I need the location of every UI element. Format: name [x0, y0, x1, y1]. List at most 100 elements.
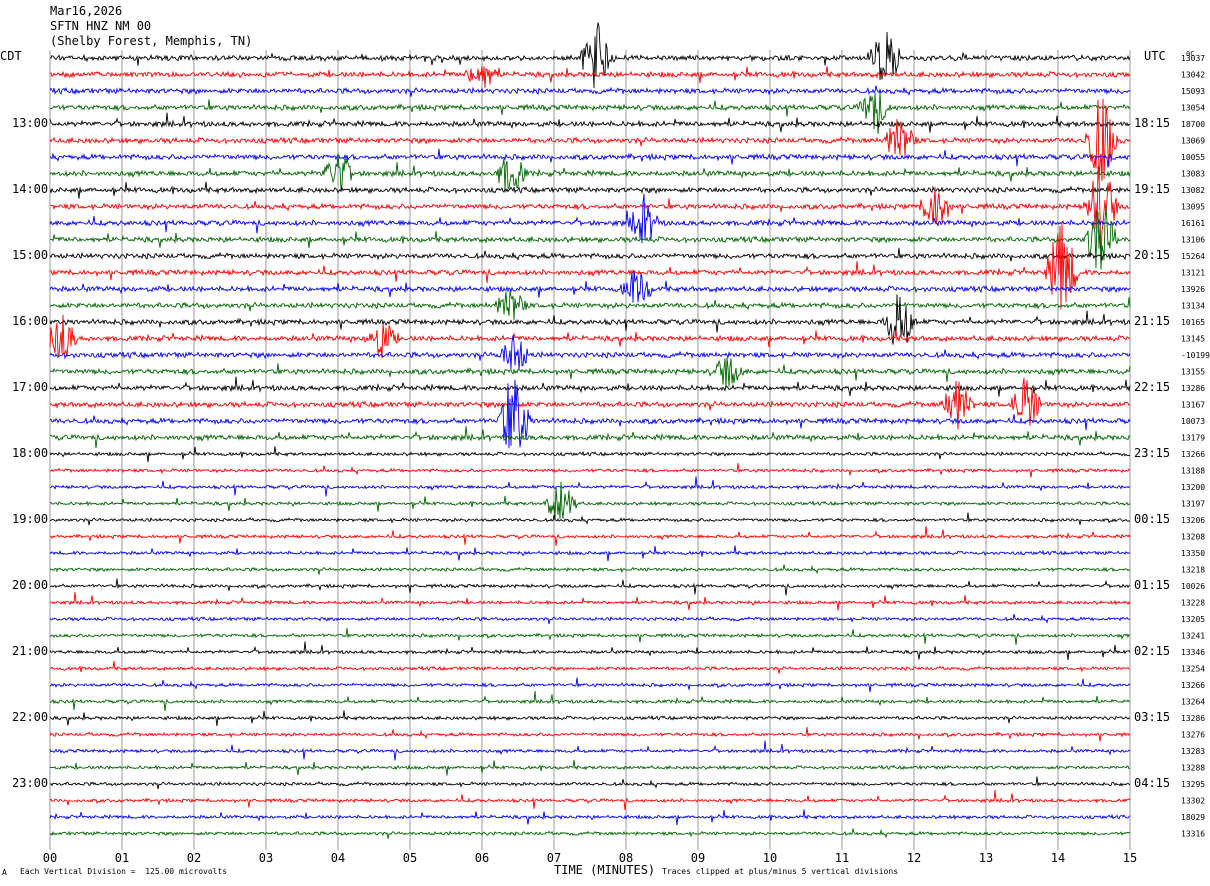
trace-row-46	[49, 809, 1131, 826]
x-tick-label: 14	[1051, 851, 1065, 865]
right-hour-label: 02:15	[1134, 644, 1171, 658]
left-timezone-label: CDT	[0, 49, 22, 63]
trace-value-38: 13266	[1181, 681, 1205, 690]
trace-group: 1303713042150931305418700130691005513083…	[49, 22, 1210, 839]
trace-row-43	[49, 759, 1131, 776]
corner-mark: A	[2, 868, 7, 877]
trace-value-30: 13350	[1181, 549, 1205, 558]
corner-tag: 0C	[1186, 50, 1195, 58]
trace-row-25	[49, 462, 1131, 478]
right-hour-label: 04:15	[1134, 776, 1171, 790]
x-axis-label: TIME (MINUTES)	[554, 863, 656, 877]
chart-date: Mar16,2026	[50, 4, 123, 18]
trace-row-15	[49, 290, 1131, 320]
trace-row-16	[49, 294, 1131, 345]
trace-value-5: 13069	[1181, 137, 1205, 146]
trace-value-20: 13286	[1181, 384, 1205, 393]
trace-value-43: 13288	[1181, 764, 1205, 773]
trace-row-2	[49, 85, 1131, 97]
trace-value-36: 13346	[1181, 648, 1205, 657]
trace-value-33: 13228	[1181, 599, 1205, 608]
trace-row-26	[49, 476, 1131, 497]
right-hour-label: 03:15	[1134, 710, 1171, 724]
trace-value-34: 13205	[1181, 615, 1205, 624]
trace-row-3	[49, 91, 1131, 134]
seismogram-chart: 1303713042150931305418700130691005513083…	[43, 22, 1210, 865]
left-hour-label: 13:00	[12, 116, 49, 130]
trace-row-8	[49, 181, 1131, 199]
trace-row-38	[49, 677, 1131, 693]
x-tick-label: 06	[475, 851, 489, 865]
trace-row-30	[49, 545, 1131, 562]
left-hour-label: 14:00	[12, 182, 49, 196]
trace-row-6	[49, 148, 1131, 168]
trace-row-40	[49, 710, 1131, 727]
left-hour-label: 21:00	[12, 644, 49, 658]
x-tick-label: 00	[43, 851, 57, 865]
trace-value-11: 13106	[1181, 236, 1205, 245]
trace-value-6: 10055	[1181, 153, 1205, 162]
trace-value-3: 13054	[1181, 104, 1205, 113]
trace-value-10: 16161	[1181, 219, 1205, 228]
clip-note: Traces clipped at plus/minus 5 vertical …	[662, 867, 899, 876]
right-hour-label: 00:15	[1134, 512, 1171, 526]
right-hour-label: 23:15	[1134, 446, 1171, 460]
right-hour-label: 21:15	[1134, 314, 1171, 328]
trace-row-45	[49, 790, 1131, 811]
trace-value-13: 13121	[1181, 269, 1205, 278]
left-hour-label: 23:00	[12, 776, 49, 790]
trace-value-39: 13264	[1181, 698, 1205, 707]
trace-value-46: 18029	[1181, 813, 1205, 822]
right-hour-label: 18:15	[1134, 116, 1171, 130]
trace-row-41	[49, 726, 1131, 742]
trace-row-29	[49, 526, 1131, 547]
trace-value-44: 13295	[1181, 780, 1205, 789]
trace-row-9	[49, 166, 1131, 258]
trace-value-14: 13926	[1181, 285, 1205, 294]
trace-row-18	[49, 335, 1131, 370]
x-tick-label: 04	[331, 851, 345, 865]
trace-row-36	[49, 641, 1131, 661]
trace-value-17: 13145	[1181, 335, 1205, 344]
trace-row-10	[49, 193, 1131, 244]
trace-value-45: 13302	[1181, 797, 1205, 806]
minute-gridlines	[49, 50, 1131, 850]
trace-value-9: 13095	[1181, 203, 1205, 212]
trace-value-41: 13276	[1181, 731, 1205, 740]
trace-value-4: 18700	[1181, 120, 1205, 129]
x-tick-label: 09	[691, 851, 705, 865]
left-hour-label: 15:00	[12, 248, 49, 262]
trace-value-15: 13134	[1181, 302, 1205, 311]
trace-row-31	[49, 564, 1131, 575]
x-tick-label: 10	[763, 851, 777, 865]
trace-value-29: 13208	[1181, 533, 1205, 542]
trace-row-33	[49, 592, 1131, 611]
trace-row-39	[49, 691, 1131, 712]
trace-row-19	[50, 357, 1131, 389]
x-tick-label: 15	[1123, 851, 1137, 865]
trace-value-7: 13083	[1181, 170, 1205, 179]
trace-value-21: 13167	[1181, 401, 1205, 410]
trace-row-42	[49, 740, 1131, 761]
trace-row-0	[50, 22, 1131, 89]
trace-row-35	[49, 627, 1131, 646]
trace-value-12: 15264	[1181, 252, 1205, 261]
trace-row-23	[49, 426, 1131, 449]
left-hour-label: 16:00	[12, 314, 49, 328]
trace-value-35: 13241	[1181, 632, 1205, 641]
x-tick-label: 13	[979, 851, 993, 865]
trace-row-28	[49, 512, 1131, 526]
x-tick-label: 12	[907, 851, 921, 865]
trace-value-24: 13266	[1181, 450, 1205, 459]
trace-value-47: 13316	[1181, 830, 1205, 839]
left-hour-label: 17:00	[12, 380, 49, 394]
trace-value-37: 13254	[1181, 665, 1205, 674]
left-hour-label: 20:00	[12, 578, 49, 592]
trace-value-31: 13218	[1181, 566, 1205, 575]
trace-row-37	[49, 660, 1131, 674]
station-location: (Shelby Forest, Memphis, TN)	[50, 34, 253, 48]
x-tick-label: 05	[403, 851, 417, 865]
right-hour-label: 20:15	[1134, 248, 1171, 262]
trace-value-25: 13188	[1181, 467, 1205, 476]
trace-row-11	[49, 206, 1131, 270]
